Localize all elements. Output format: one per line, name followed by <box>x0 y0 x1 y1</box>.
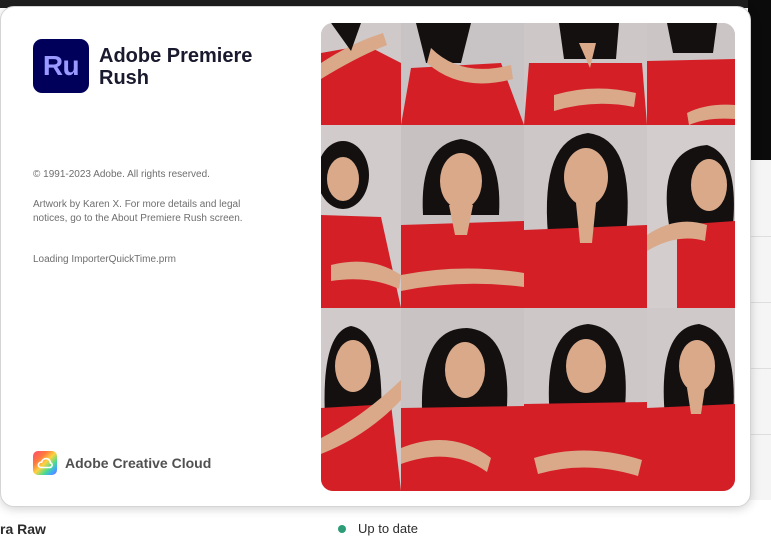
background-row-divider <box>748 368 771 369</box>
app-name-line2: Rush <box>99 67 149 89</box>
artwork-photo <box>647 23 735 125</box>
artwork-photo <box>401 125 524 308</box>
background-status: Up to date <box>338 521 418 536</box>
artwork-photo <box>524 308 647 491</box>
creative-cloud-brand: Adobe Creative Cloud <box>33 451 211 475</box>
premiere-rush-logo: Ru <box>33 39 89 93</box>
copyright-text: © 1991-2023 Adobe. All rights reserved. <box>33 169 210 180</box>
artwork-credit: Artwork by Karen X. For more details and… <box>33 199 243 224</box>
artwork-photo <box>647 125 735 308</box>
artwork-photo <box>401 23 524 125</box>
background-app-row-label: ra Raw <box>0 521 46 537</box>
creative-cloud-label: Adobe Creative Cloud <box>65 455 212 471</box>
splash-artwork <box>321 23 735 491</box>
artwork-photo <box>647 308 735 491</box>
artwork-photo <box>524 23 647 125</box>
background-row-divider <box>748 434 771 435</box>
app-name: Adobe Premiere Rush <box>99 45 299 89</box>
artwork-photo <box>321 23 401 125</box>
artwork-photo <box>321 125 401 308</box>
logo-text: Ru <box>42 50 80 81</box>
background-dark-panel <box>748 0 771 160</box>
status-text: Up to date <box>358 521 418 536</box>
background-row-divider <box>748 302 771 303</box>
splash-screen: Ru Adobe Premiere Rush © 1991-2023 Adobe… <box>0 6 751 507</box>
background-list-panel <box>748 160 771 500</box>
creative-cloud-icon <box>33 451 57 475</box>
background-row-divider <box>748 236 771 237</box>
status-dot-icon <box>338 524 346 533</box>
app-name-line1: Adobe Premiere <box>99 45 253 67</box>
loading-status: Loading ImporterQuickTime.prm <box>33 254 177 265</box>
artwork-photo <box>524 125 647 308</box>
artwork-photo <box>321 308 401 491</box>
artwork-photo <box>401 308 524 491</box>
